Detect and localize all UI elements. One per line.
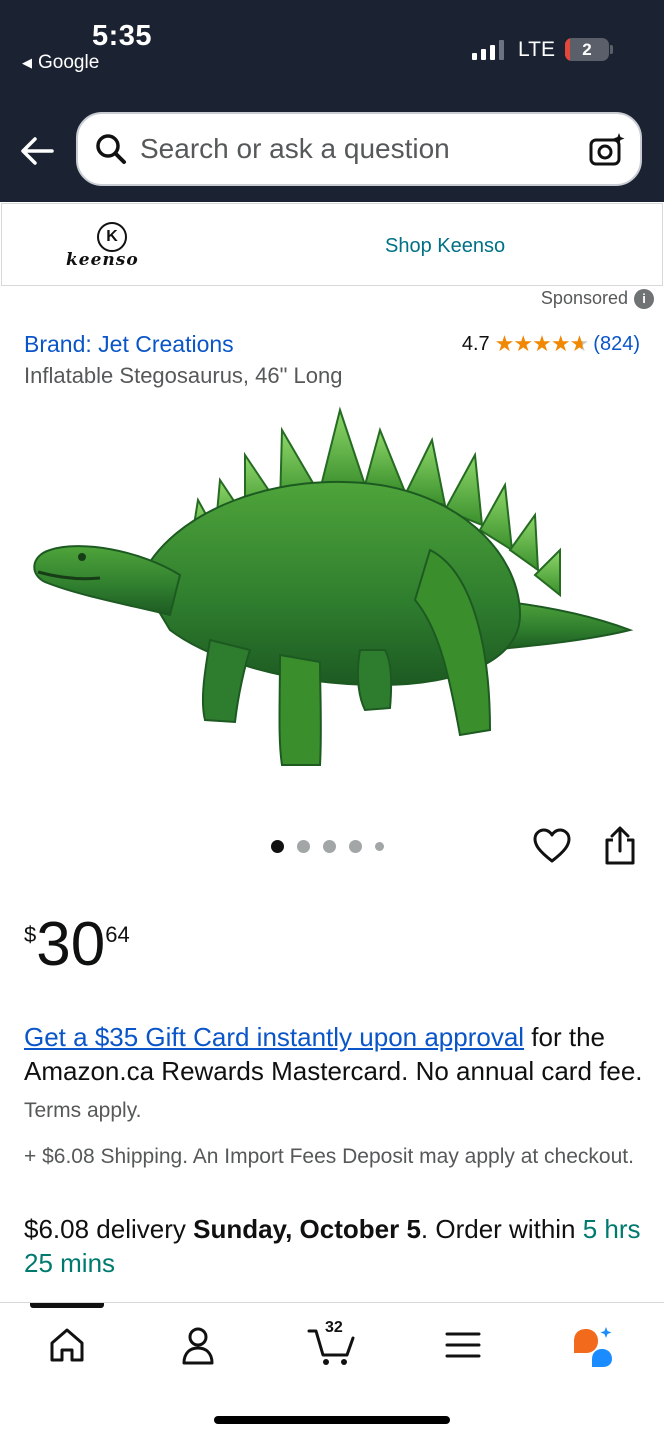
terms-text: Terms apply. [24, 1099, 142, 1122]
gift-card-link[interactable]: Get a $35 Gift Card instantly upon appro… [24, 1022, 524, 1052]
rating-summary[interactable]: 4.7 ★★★★★ (824) [462, 331, 640, 357]
rating-count[interactable]: (824) [593, 333, 640, 356]
delivery-date: Sunday, October 5 [193, 1214, 421, 1244]
carousel-dot[interactable] [375, 842, 384, 851]
image-carousel-dots[interactable] [271, 840, 384, 853]
delivery-middle: . Order within [420, 1214, 583, 1244]
battery-tip [610, 45, 613, 54]
product-title: Inflatable Stegosaurus, 46" Long [24, 363, 343, 388]
search-icon [96, 134, 126, 164]
product-price: $ 30 64 [24, 912, 130, 978]
star-rating-icon: ★★★★★ [494, 331, 590, 356]
camera-search-icon[interactable] [588, 131, 626, 169]
carousel-dot[interactable] [349, 840, 362, 853]
logo-wordmark: keenso [66, 250, 139, 270]
keenso-logo[interactable]: K keenso [64, 222, 164, 272]
shipping-info: + $6.08 Shipping. An Import Fees Deposit… [24, 1145, 634, 1168]
carousel-dot[interactable] [297, 840, 310, 853]
price-currency: $ [24, 922, 37, 947]
sponsored-label[interactable]: Sponsored i [541, 288, 654, 309]
credit-card-promo: Get a $35 Gift Card instantly upon appro… [24, 1020, 644, 1128]
app-header: 5:35 ◀ Google LTE 2 Search or ask a ques… [0, 0, 664, 202]
network-label: LTE [518, 38, 555, 61]
menu-icon[interactable] [441, 1323, 485, 1367]
battery-badge: 2 [582, 39, 592, 59]
price-whole: 30 [36, 910, 106, 979]
delivery-info: $6.08 delivery Sunday, October 5. Order … [24, 1212, 644, 1280]
info-icon[interactable]: i [634, 288, 654, 309]
cart-count: 32 [325, 1319, 343, 1336]
rufus-icon[interactable] [570, 1323, 614, 1367]
brand-link[interactable]: Brand: Jet Creations [24, 331, 234, 358]
back-triangle-icon: ◀ [22, 55, 32, 70]
status-time: 5:35 [92, 20, 153, 52]
home-indicator [214, 1416, 450, 1424]
share-icon[interactable] [602, 826, 638, 866]
account-icon[interactable] [176, 1323, 220, 1367]
battery-icon: 2 [565, 38, 609, 61]
price-fraction: 64 [105, 922, 130, 947]
active-tab-indicator [30, 1303, 104, 1308]
back-to-google[interactable]: ◀ Google [22, 52, 99, 74]
back-app-label: Google [38, 52, 100, 73]
rating-value: 4.7 [461, 332, 490, 355]
stegosaurus-image[interactable] [20, 400, 640, 790]
search-bar[interactable]: Search or ask a question [76, 112, 642, 186]
home-icon[interactable] [45, 1323, 89, 1367]
shop-brand-link[interactable]: Shop Keenso [385, 235, 505, 258]
carousel-dot[interactable] [323, 840, 336, 853]
back-arrow-icon[interactable] [18, 134, 58, 168]
carousel-dot[interactable] [271, 840, 284, 853]
heart-icon[interactable] [533, 828, 571, 864]
logo-circle: K [97, 222, 127, 252]
signal-icon [472, 40, 504, 60]
delivery-prefix: $6.08 delivery [24, 1214, 194, 1244]
sponsored-brand-banner[interactable]: K keenso Shop Keenso [1, 203, 663, 286]
search-input[interactable]: Search or ask a question [140, 133, 450, 165]
sponsored-text: Sponsored [540, 288, 628, 308]
